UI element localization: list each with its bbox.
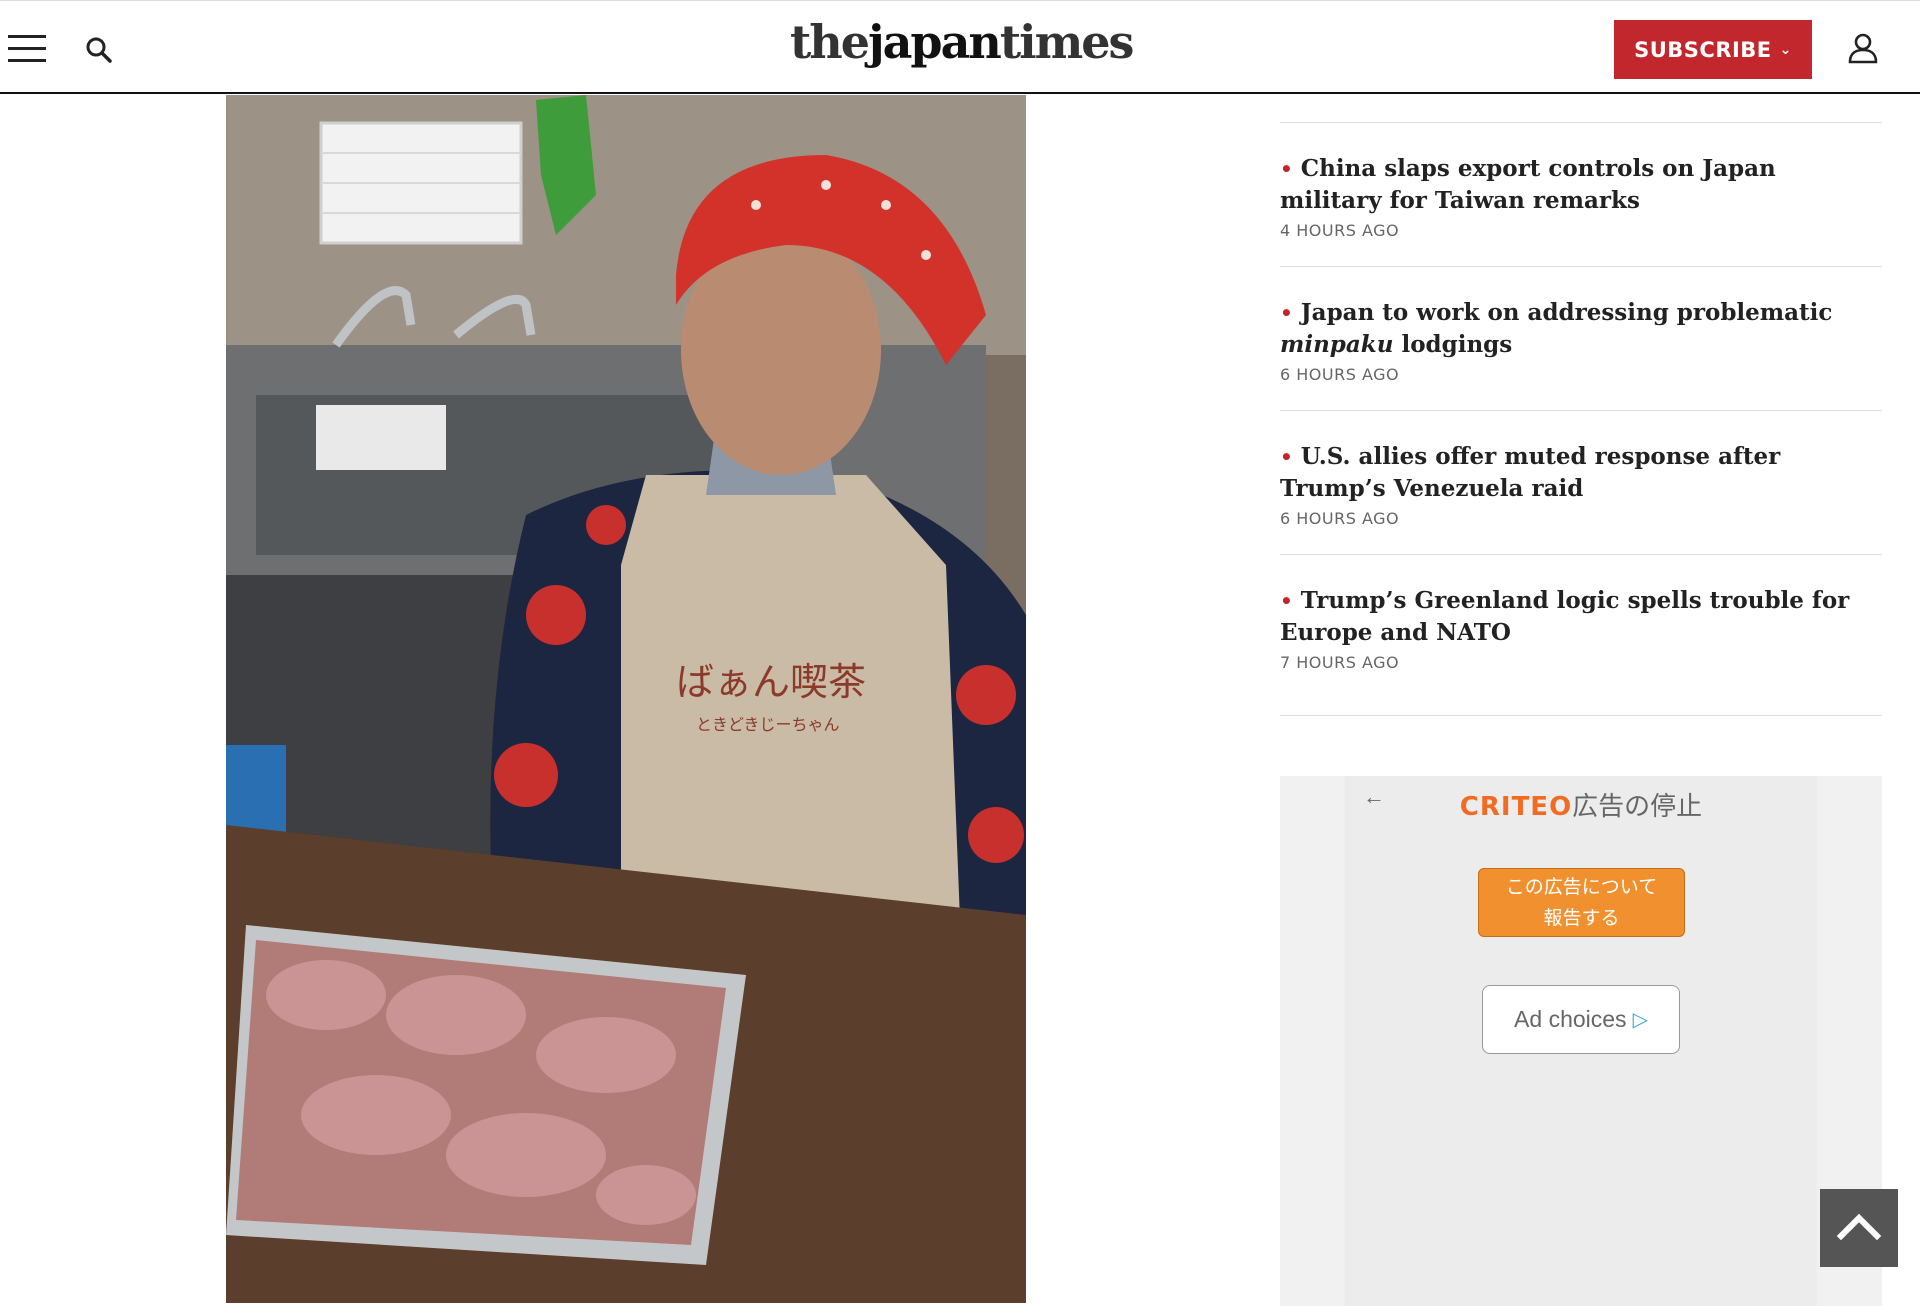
logo-japan: japan (867, 15, 1002, 69)
site-header: thejapantimes SUBSCRIBE ⌄ (0, 0, 1920, 94)
list-item: • Trump’s Greenland logic spells trouble … (1280, 554, 1882, 716)
headline-link[interactable]: • U.S. allies offer muted response after … (1280, 441, 1882, 505)
chevron-down-icon: ⌄ (1779, 41, 1792, 58)
headline-link[interactable]: • China slaps export controls on Japan mi… (1280, 153, 1882, 217)
site-logo[interactable]: thejapantimes (790, 15, 1134, 73)
bullet-icon: • (1280, 157, 1293, 181)
ad-choices-icon: ▷ (1632, 1009, 1648, 1031)
headline-text: U.S. allies offer muted response after T… (1280, 443, 1781, 502)
timestamp: 7 HOURS AGO (1280, 653, 1400, 672)
advertisement: ← CRITEO広告の停止 この広告について 報告する Ad choices ▷ (1280, 776, 1882, 1306)
list-item: • U.S. allies offer muted response after … (1280, 410, 1882, 554)
ad-choices-button[interactable]: Ad choices ▷ (1482, 985, 1680, 1054)
list-item: • Japan to work on addressing problematic… (1280, 266, 1882, 410)
hamburger-menu-icon[interactable] (8, 35, 46, 63)
chevron-up-icon (1836, 1213, 1882, 1241)
headline-text: China slaps export controls on Japan mil… (1280, 155, 1776, 214)
headline-text: Japan to work on addressing problematic (1300, 299, 1833, 326)
ad-brand: CRITEO広告の停止 (1345, 786, 1817, 823)
apron-text: ばぁん喫茶 (676, 660, 866, 704)
logo-the: the (790, 15, 870, 69)
ad-choices-label: Ad choices (1514, 1006, 1627, 1032)
report-ad-button[interactable]: この広告について 報告する (1478, 868, 1685, 937)
bullet-icon: • (1280, 445, 1293, 469)
headline-link[interactable]: • Trump’s Greenland logic spells trouble … (1280, 585, 1882, 649)
timestamp: 6 HOURS AGO (1280, 509, 1400, 528)
bullet-icon: • (1280, 301, 1293, 325)
latest-news-list: • China slaps export controls on Japan mi… (1280, 122, 1882, 716)
article-photo: ばぁん喫茶 ときどきじーちゃん (226, 95, 1026, 1303)
headline-text: Trump’s Greenland logic spells trouble f… (1280, 587, 1850, 646)
subscribe-label: SUBSCRIBE (1634, 37, 1772, 62)
report-line-2: 報告する (1543, 908, 1620, 929)
timestamp: 6 HOURS AGO (1280, 365, 1400, 384)
ad-stop-label: 広告の停止 (1572, 791, 1703, 821)
apron-subtext: ときどきじーちゃん (696, 715, 840, 734)
timestamp: 4 HOURS AGO (1280, 221, 1400, 240)
headline-text-end: lodgings (1393, 331, 1513, 358)
report-line-1: この広告について (1505, 877, 1658, 898)
list-item: • China slaps export controls on Japan mi… (1280, 122, 1882, 266)
bullet-icon: • (1280, 589, 1293, 613)
subscribe-button[interactable]: SUBSCRIBE ⌄ (1614, 20, 1812, 79)
headline-link[interactable]: • Japan to work on addressing problematic… (1280, 297, 1882, 361)
ad-panel: ← CRITEO広告の停止 この広告について 報告する Ad choices ▷ (1345, 776, 1817, 1306)
user-account-icon[interactable] (1846, 31, 1880, 65)
criteo-logo: CRITEO (1459, 792, 1573, 822)
search-icon[interactable] (84, 35, 114, 65)
back-to-top-button[interactable] (1820, 1189, 1898, 1267)
logo-times: times (999, 15, 1135, 69)
headline-emphasis: minpaku (1280, 331, 1394, 358)
